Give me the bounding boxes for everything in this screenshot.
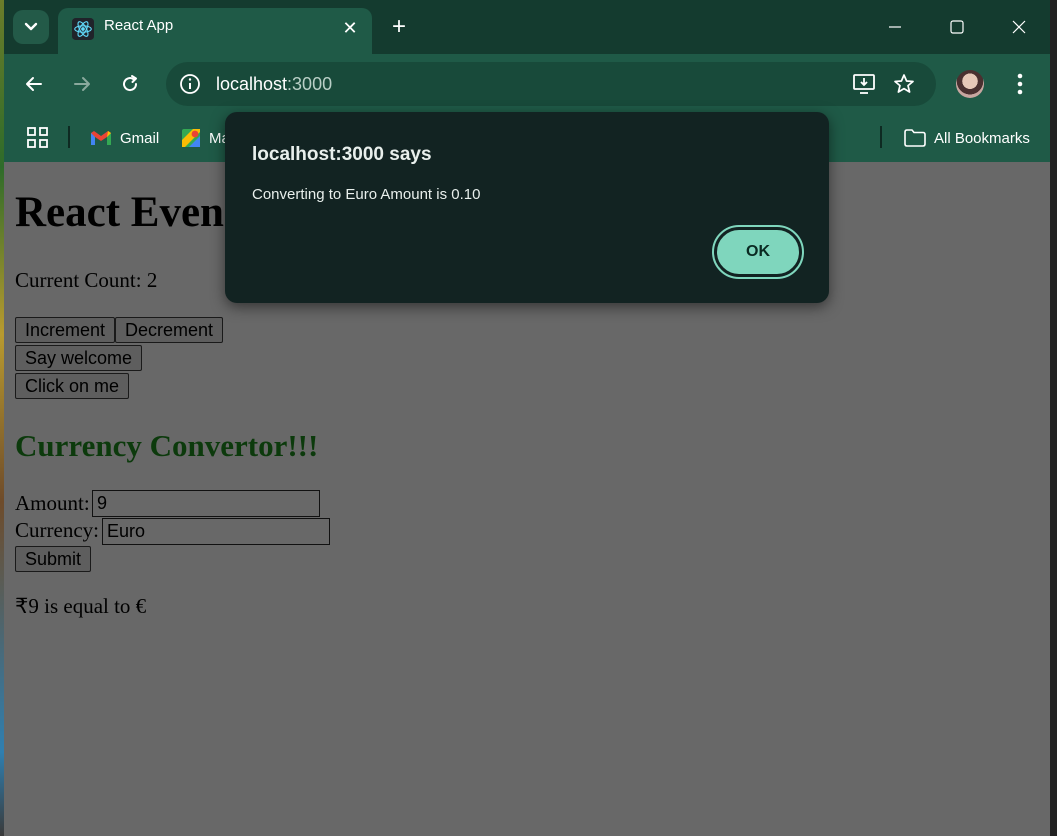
maximize-icon[interactable] <box>934 10 980 44</box>
currency-label: Currency: <box>15 518 99 542</box>
currency-heading: Currency Convertor!!! <box>15 428 319 463</box>
ok-button[interactable]: OK <box>712 225 804 279</box>
apps-grid-icon[interactable] <box>26 126 50 150</box>
react-icon <box>72 18 94 40</box>
dialog-message: Converting to Euro Amount is 0.10 <box>252 186 481 203</box>
toolbar: localhost:3000 <box>4 54 1050 114</box>
bookmarks-separator-right <box>880 126 882 148</box>
window-edge <box>1050 0 1057 836</box>
new-tab-icon[interactable]: + <box>386 14 412 40</box>
close-window-icon[interactable] <box>996 10 1042 44</box>
url-text: localhost:3000 <box>216 74 333 94</box>
tab-bar: React App ✕ + <box>4 0 1050 54</box>
decrement-button[interactable]: Decrement <box>115 317 224 343</box>
reload-icon[interactable] <box>114 68 146 100</box>
amount-label: Amount: <box>15 491 90 515</box>
address-bar[interactable]: localhost:3000 <box>166 62 936 106</box>
more-menu-icon[interactable] <box>1010 70 1030 98</box>
say-welcome-button[interactable]: Say welcome <box>15 345 143 371</box>
folder-icon <box>904 129 926 147</box>
amount-input[interactable]: 9 <box>92 490 320 517</box>
submit-button[interactable]: Submit <box>15 546 92 572</box>
site-info-icon[interactable] <box>179 73 201 95</box>
close-tab-icon[interactable]: ✕ <box>340 18 360 38</box>
dialog-title: localhost:3000 says <box>252 144 432 165</box>
minimize-icon[interactable] <box>872 10 918 44</box>
bookmark-star-icon[interactable] <box>892 72 916 96</box>
tab-search-button[interactable] <box>13 10 49 44</box>
browser-window: React App ✕ + localhost:3000 Gmail Ma Al… <box>4 0 1050 836</box>
install-app-icon[interactable] <box>852 73 876 95</box>
all-bookmarks[interactable]: All Bookmarks <box>904 126 1030 150</box>
chevron-down-icon <box>24 22 38 31</box>
bookmark-maps[interactable]: Ma <box>181 126 230 150</box>
page-heading: React Even <box>15 189 224 236</box>
bookmark-gmail[interactable]: Gmail <box>90 126 159 150</box>
currency-input[interactable]: Euro <box>102 518 330 545</box>
alert-dialog: localhost:3000 says Converting to Euro A… <box>225 112 829 303</box>
bookmarks-separator <box>68 126 70 148</box>
tab-title: React App <box>104 17 174 34</box>
back-icon[interactable] <box>18 68 50 100</box>
profile-avatar[interactable] <box>956 70 984 98</box>
forward-icon[interactable] <box>66 68 98 100</box>
tab-react-app[interactable]: React App ✕ <box>58 8 372 54</box>
conversion-result: ₹9 is equal to € <box>15 594 147 618</box>
click-on-me-button[interactable]: Click on me <box>15 373 130 399</box>
increment-button[interactable]: Increment <box>15 317 116 343</box>
gmail-icon <box>91 131 111 145</box>
current-count: Current Count: 2 <box>15 268 158 292</box>
maps-icon <box>182 129 200 147</box>
